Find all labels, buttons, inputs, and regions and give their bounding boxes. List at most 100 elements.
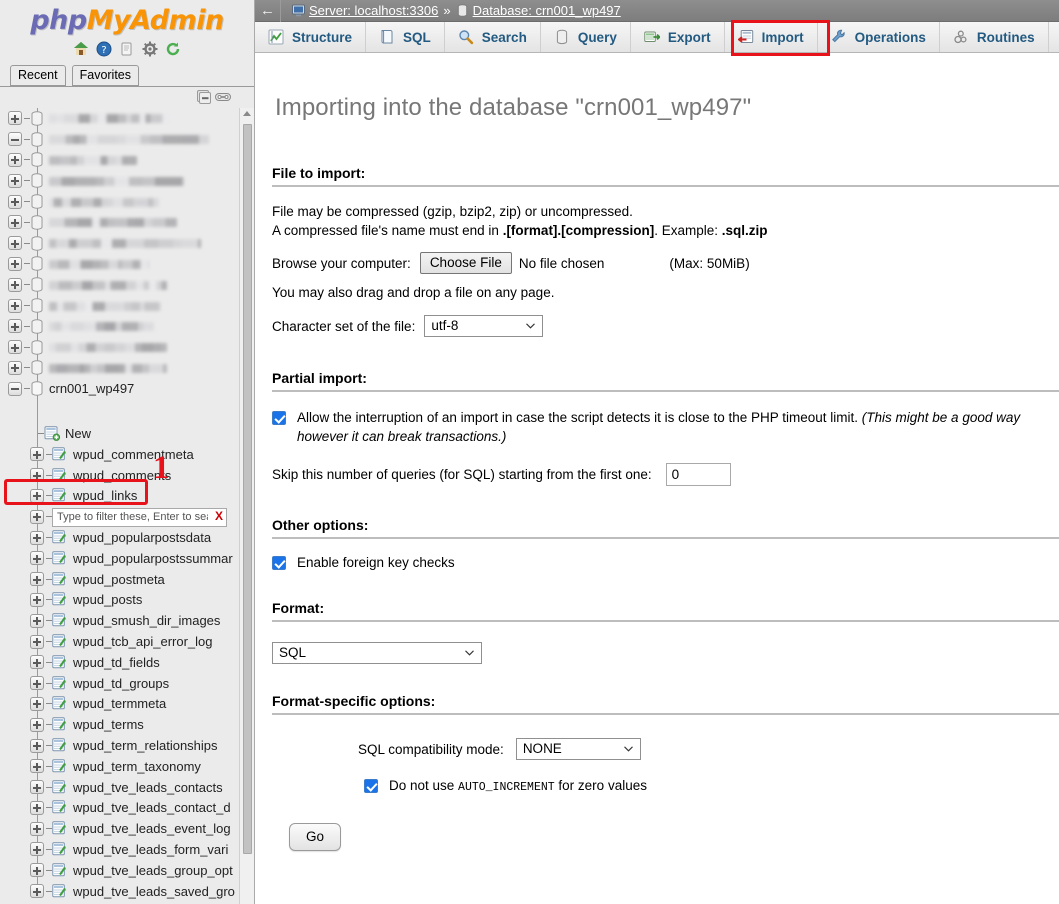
database-row[interactable] <box>0 274 255 295</box>
skip-queries-input[interactable] <box>666 463 731 486</box>
docs-icon[interactable] <box>119 41 135 57</box>
expand-icon[interactable] <box>8 215 22 229</box>
format-select[interactable]: SQL <box>272 642 482 664</box>
expand-icon[interactable] <box>8 257 22 271</box>
sidebar-table-row[interactable]: wpud_links <box>0 486 255 507</box>
tab-sql[interactable]: SQL <box>366 22 445 52</box>
collapse-icon[interactable] <box>8 132 22 146</box>
foreign-key-label[interactable]: Enable foreign key checks <box>297 555 455 570</box>
sidebar-table-row[interactable]: wpud_td_fields <box>0 652 255 673</box>
tab-import[interactable]: Import <box>725 22 818 52</box>
database-row[interactable] <box>0 212 255 233</box>
expand-icon[interactable] <box>8 153 22 167</box>
expand-icon[interactable] <box>30 759 44 773</box>
tab-routines[interactable]: Routines <box>940 22 1049 52</box>
expand-icon[interactable] <box>30 572 44 586</box>
home-icon[interactable] <box>73 41 89 57</box>
expand-icon[interactable] <box>30 884 44 898</box>
tab-export[interactable]: Export <box>631 22 725 52</box>
choose-file-button[interactable]: Choose File <box>420 252 512 274</box>
expand-icon[interactable] <box>30 676 44 690</box>
sidebar-table-row[interactable]: wpud_posts <box>0 590 255 611</box>
sidebar-selected-database[interactable]: crn001_wp497 <box>0 378 255 399</box>
expand-icon[interactable] <box>8 111 22 125</box>
database-row[interactable] <box>0 295 255 316</box>
recent-tab[interactable]: Recent <box>10 65 66 86</box>
sidebar-table-row[interactable]: wpud_popularpostsdata <box>0 527 255 548</box>
breadcrumb-server[interactable]: Server: localhost:3306 <box>309 3 438 18</box>
sidebar-table-row[interactable]: wpud_tve_leads_group_opt <box>0 860 255 881</box>
sidebar-table-row[interactable]: wpud_term_relationships <box>0 735 255 756</box>
database-row[interactable] <box>0 233 255 254</box>
database-tree[interactable]: crn001_wp497Newwpud_commentmetawpud_comm… <box>0 108 255 904</box>
charset-select-wrapper[interactable]: utf-8 <box>424 315 543 337</box>
sidebar-table-row[interactable]: wpud_tve_leads_contact_d <box>0 798 255 819</box>
compat-mode-select-wrapper[interactable]: NONE <box>516 738 641 760</box>
expand-icon[interactable] <box>8 319 22 333</box>
expand-icon[interactable] <box>8 340 22 354</box>
database-row[interactable] <box>0 337 255 358</box>
expand-icon[interactable] <box>8 299 22 313</box>
expand-icon[interactable] <box>30 635 44 649</box>
sidebar-table-row[interactable]: wpud_tve_leads_form_vari <box>0 839 255 860</box>
expand-icon[interactable] <box>30 551 44 565</box>
format-select-wrapper[interactable]: SQL <box>272 642 482 664</box>
favorites-tab[interactable]: Favorites <box>72 65 139 86</box>
expand-icon[interactable] <box>30 801 44 815</box>
sidebar-table-row[interactable]: wpud_comments <box>0 465 255 486</box>
back-button[interactable]: ← <box>255 0 281 22</box>
expand-icon[interactable] <box>30 863 44 877</box>
expand-icon[interactable] <box>30 842 44 856</box>
expand-icon[interactable] <box>30 510 44 524</box>
tab-query[interactable]: Query <box>541 22 631 52</box>
sidebar-new-table[interactable]: New <box>0 423 255 444</box>
auto-increment-label[interactable]: Do not use AUTO_INCREMENT for zero value… <box>389 778 647 794</box>
sidebar-table-row[interactable]: wpud_tve_leads_contacts <box>0 777 255 798</box>
sidebar-table-row[interactable]: wpud_terms <box>0 714 255 735</box>
database-row[interactable] <box>0 358 255 379</box>
expand-icon[interactable] <box>8 236 22 250</box>
sidebar-table-row[interactable]: wpud_smush_dir_images <box>0 610 255 631</box>
expand-icon[interactable] <box>8 195 22 209</box>
compat-mode-select[interactable]: NONE <box>516 738 641 760</box>
link-with-main-panel-icon[interactable] <box>215 90 231 108</box>
help-icon[interactable]: ? <box>96 41 112 57</box>
tab-operations[interactable]: Operations <box>818 22 940 52</box>
expand-icon[interactable] <box>30 531 44 545</box>
collapse-all-icon[interactable] <box>196 90 212 110</box>
expand-icon[interactable] <box>30 489 44 503</box>
sidebar-table-row[interactable]: wpud_popularpostssummar <box>0 548 255 569</box>
expand-icon[interactable] <box>30 780 44 794</box>
expand-icon[interactable] <box>30 697 44 711</box>
go-button[interactable]: Go <box>289 823 341 851</box>
tab-search[interactable]: Search <box>445 22 541 52</box>
sidebar-table-row[interactable]: wpud_postmeta <box>0 569 255 590</box>
database-row[interactable] <box>0 316 255 337</box>
table-filter[interactable]: X <box>52 507 227 526</box>
expand-icon[interactable] <box>30 614 44 628</box>
sidebar-table-row[interactable]: wpud_td_groups <box>0 673 255 694</box>
allow-interrupt-checkbox[interactable] <box>272 411 286 425</box>
expand-icon[interactable] <box>30 655 44 669</box>
filter-clear-icon[interactable]: X <box>215 509 223 523</box>
breadcrumb-database[interactable]: Database: crn001_wp497 <box>473 3 621 18</box>
expand-icon[interactable] <box>30 468 44 482</box>
expand-icon[interactable] <box>30 822 44 836</box>
expand-icon[interactable] <box>30 593 44 607</box>
expand-icon[interactable] <box>30 739 44 753</box>
reload-icon[interactable] <box>165 41 181 57</box>
phpmyadmin-logo[interactable]: phpMyAdmin <box>0 6 254 36</box>
sidebar-table-row[interactable]: wpud_termmeta <box>0 694 255 715</box>
settings-icon[interactable] <box>142 41 158 57</box>
database-row[interactable] <box>0 108 255 129</box>
charset-select[interactable]: utf-8 <box>424 315 543 337</box>
database-row[interactable] <box>0 191 255 212</box>
database-row[interactable] <box>0 170 255 191</box>
database-row[interactable] <box>0 129 255 150</box>
sidebar-table-row[interactable]: wpud_tve_leads_saved_gro <box>0 881 255 902</box>
table-filter-input[interactable] <box>52 508 227 527</box>
expand-icon[interactable] <box>8 278 22 292</box>
collapse-icon[interactable] <box>8 382 22 396</box>
sidebar-table-row[interactable]: wpud_term_taxonomy <box>0 756 255 777</box>
database-row[interactable] <box>0 254 255 275</box>
